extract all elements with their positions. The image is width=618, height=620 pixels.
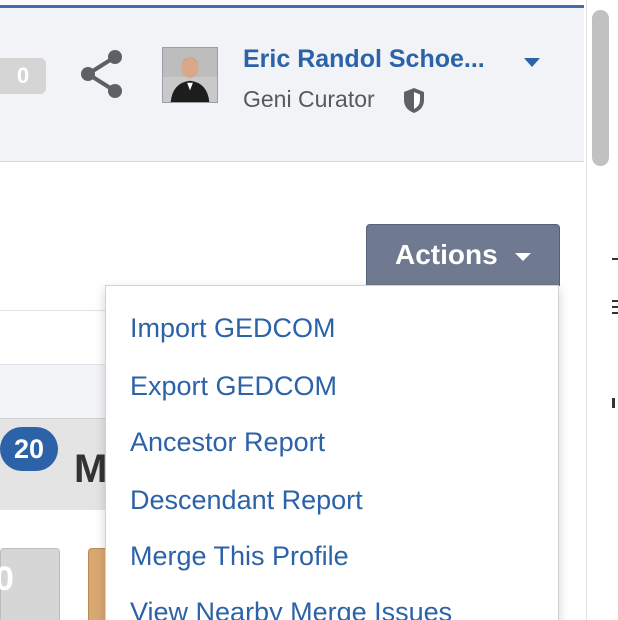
- actions-dropdown-menu: Import GEDCOM Export GEDCOM Ancestor Rep…: [105, 285, 559, 620]
- menu-item-nearby-merge-issues[interactable]: View Nearby Merge Issues: [130, 596, 452, 620]
- edge-mark: [612, 312, 618, 314]
- shield-icon: [404, 88, 424, 113]
- avatar[interactable]: [162, 47, 218, 103]
- edge-mark: [612, 300, 618, 302]
- menu-item-merge-profile[interactable]: Merge This Profile: [130, 540, 349, 572]
- menu-item-ancestor-report[interactable]: Ancestor Report: [130, 426, 325, 458]
- chevron-down-icon: [515, 253, 531, 261]
- menu-item-descendant-report[interactable]: Descendant Report: [130, 484, 363, 516]
- content-button[interactable]: 0: [0, 548, 60, 620]
- count-badge: 20: [0, 427, 58, 471]
- edge-mark: [612, 306, 618, 308]
- menu-item-import-gedcom[interactable]: Import GEDCOM: [130, 312, 336, 344]
- menu-item-export-gedcom[interactable]: Export GEDCOM: [130, 370, 337, 402]
- header-accent-line: [0, 5, 584, 8]
- chevron-down-icon[interactable]: [524, 58, 540, 67]
- edge-mark: [612, 258, 618, 260]
- section-heading: M: [74, 447, 108, 491]
- scrollbar-thumb[interactable]: [592, 10, 609, 166]
- notification-count-badge[interactable]: 0: [0, 58, 46, 94]
- actions-button[interactable]: Actions: [366, 224, 560, 286]
- user-name-link[interactable]: Eric Randol Schoe...: [243, 45, 485, 74]
- share-icon[interactable]: [76, 47, 126, 101]
- content-divider: [0, 310, 106, 311]
- user-role: Geni Curator: [243, 86, 375, 112]
- actions-label: Actions: [395, 239, 498, 270]
- edge-mark: [612, 398, 615, 408]
- content-band: [0, 364, 106, 418]
